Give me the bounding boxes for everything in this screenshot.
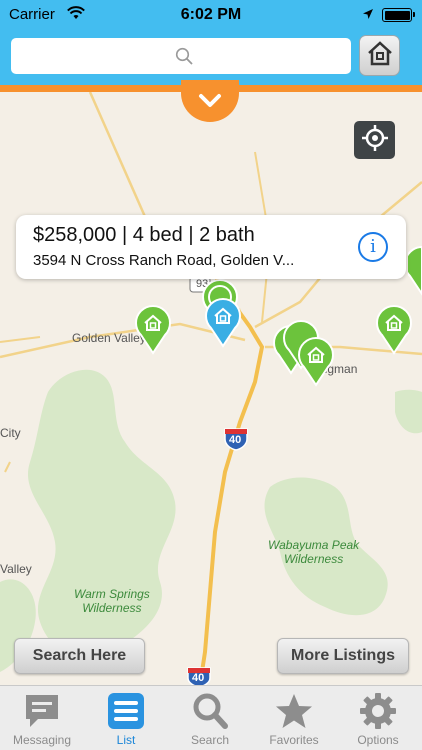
map-view[interactable]: 93 40 40 Golden Valley Kingman City Vall… <box>0 92 422 685</box>
listing-price-summary: $258,000 | 4 bed | 2 bath <box>33 224 255 246</box>
list-icon <box>106 691 146 731</box>
locate-me-button[interactable] <box>354 121 395 159</box>
valley-label: Valley <box>0 562 32 576</box>
house-icon <box>366 40 394 71</box>
chevron-down-icon <box>198 93 222 114</box>
tab-label: Messaging <box>12 733 72 747</box>
listing-address: 3594 N Cross Ranch Road, Golden V... <box>33 252 295 269</box>
message-icon <box>22 691 62 731</box>
tab-messaging[interactable]: Messaging <box>0 686 84 750</box>
star-icon <box>274 691 314 731</box>
location-arrow-icon <box>362 7 374 25</box>
status-bar: Carrier 6:02 PM <box>0 0 422 30</box>
tab-list[interactable]: List <box>84 686 168 750</box>
listing-pin[interactable] <box>296 335 336 387</box>
city-label: City <box>0 426 21 440</box>
tab-label: Favorites <box>269 733 319 747</box>
listing-pin-selected[interactable] <box>203 296 243 348</box>
tab-options[interactable]: Options <box>336 686 420 750</box>
map-base-layer <box>0 92 422 685</box>
search-icon <box>175 47 194 71</box>
search-icon <box>190 691 230 731</box>
tab-label: Search <box>190 733 230 747</box>
listing-callout[interactable]: $258,000 | 4 bed | 2 bath 3594 N Cross R… <box>16 215 406 279</box>
gear-icon <box>358 691 398 731</box>
warm-springs-label: Warm Springs Wilderness <box>74 587 150 615</box>
listing-pin[interactable] <box>133 303 173 355</box>
tab-label: Options <box>357 733 399 747</box>
home-button[interactable] <box>359 35 400 76</box>
more-listings-button[interactable]: More Listings <box>277 638 409 674</box>
search-box[interactable] <box>11 38 351 74</box>
clock: 6:02 PM <box>180 6 242 23</box>
tab-label: List <box>116 733 136 747</box>
wabayuma-peak-label: Wabayuma Peak Wilderness <box>268 538 360 566</box>
header-bar <box>0 30 422 85</box>
tab-search[interactable]: Search <box>168 686 252 750</box>
search-here-button[interactable]: Search Here <box>14 638 145 674</box>
battery-icon <box>382 8 415 22</box>
tab-bar: Messaging List Search Favorites Options <box>0 685 422 750</box>
listing-pin[interactable] <box>374 303 414 355</box>
crosshair-icon <box>361 124 388 156</box>
listing-pin[interactable] <box>404 244 422 296</box>
info-button[interactable]: i <box>358 232 388 262</box>
tab-favorites[interactable]: Favorites <box>252 686 336 750</box>
i40-shield-label: 40 <box>229 434 242 446</box>
i40-shield-lower-label: 40 <box>192 672 205 684</box>
